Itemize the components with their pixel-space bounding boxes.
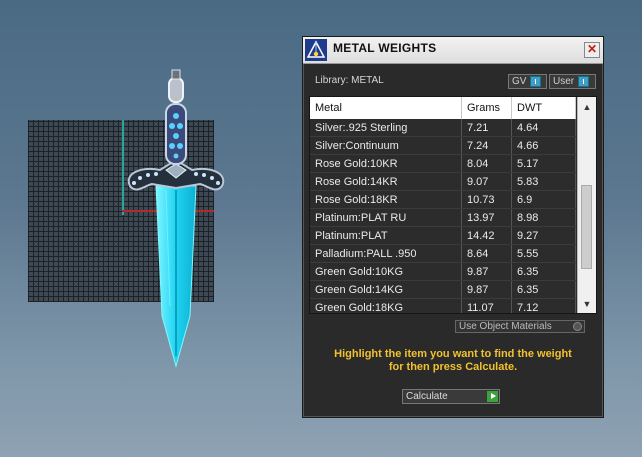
cell-grams: 13.97 — [462, 209, 512, 226]
cell-metal: Palladium:PALL .950 — [310, 245, 462, 262]
cell-dwt: 5.55 — [512, 245, 576, 262]
table-row[interactable]: Green Gold:18KG 11.07 7.12 — [310, 299, 576, 313]
cell-metal: Green Gold:14KG — [310, 281, 462, 298]
dialog-title: METAL WEIGHTS — [333, 41, 437, 55]
sword-pommel — [168, 77, 184, 103]
cell-dwt: 6.35 — [512, 281, 576, 298]
cell-metal: Platinum:PLAT RU — [310, 209, 462, 226]
cell-metal: Silver:Continuum — [310, 137, 462, 154]
cell-dwt: 7.12 — [512, 299, 576, 313]
cell-grams: 7.21 — [462, 119, 512, 136]
table-row[interactable]: Rose Gold:14KR 9.07 5.83 — [310, 173, 576, 191]
user-toggle-label: User — [553, 76, 575, 87]
cell-metal: Platinum:PLAT — [310, 227, 462, 244]
cell-metal: Rose Gold:18KR — [310, 191, 462, 208]
user-toggle-switch-icon — [578, 76, 590, 87]
cell-grams: 8.04 — [462, 155, 512, 172]
gv-toggle-switch-icon — [530, 76, 542, 87]
cell-dwt: 8.98 — [512, 209, 576, 226]
use-object-materials-radio-icon[interactable] — [573, 322, 582, 331]
cell-dwt: 6.35 — [512, 263, 576, 280]
scroll-up-arrow-icon[interactable]: ▲ — [578, 100, 596, 114]
user-toggle[interactable]: User — [549, 74, 596, 89]
cell-grams: 14.42 — [462, 227, 512, 244]
close-button[interactable]: ✕ — [584, 42, 600, 58]
cell-grams: 9.87 — [462, 281, 512, 298]
table-row[interactable]: Silver:.925 Sterling 7.21 4.64 — [310, 119, 576, 137]
cell-grams: 10.73 — [462, 191, 512, 208]
cell-metal: Silver:.925 Sterling — [310, 119, 462, 136]
cell-dwt: 4.64 — [512, 119, 576, 136]
cell-metal: Green Gold:18KG — [310, 299, 462, 313]
dialog-titlebar[interactable]: METAL WEIGHTS ✕ — [303, 37, 603, 64]
column-header-grams[interactable]: Grams — [462, 97, 512, 119]
column-header-dwt[interactable]: DWT — [512, 97, 576, 119]
cell-grams: 9.07 — [462, 173, 512, 190]
instruction-text: Highlight the item you want to find the … — [313, 348, 593, 374]
library-label: Library: METAL — [315, 75, 384, 86]
table-row[interactable]: Green Gold:10KG 9.87 6.35 — [310, 263, 576, 281]
play-arrow-icon — [487, 391, 498, 402]
table-scrollbar[interactable]: ▲ ▼ — [577, 97, 596, 313]
cell-dwt: 9.27 — [512, 227, 576, 244]
column-header-metal[interactable]: Metal — [310, 97, 462, 119]
table-row[interactable]: Green Gold:14KG 9.87 6.35 — [310, 281, 576, 299]
scroll-down-arrow-icon[interactable]: ▼ — [578, 297, 596, 311]
cell-metal: Green Gold:10KG — [310, 263, 462, 280]
table-body: Silver:.925 Sterling 7.21 4.64 Silver:Conti… — [310, 119, 576, 313]
cell-dwt: 6.9 — [512, 191, 576, 208]
calculate-button[interactable]: Calculate — [402, 389, 500, 404]
cell-grams: 7.24 — [462, 137, 512, 154]
metal-weights-dialog: METAL WEIGHTS ✕ Library: METAL GV User M… — [302, 36, 604, 418]
cell-grams: 9.87 — [462, 263, 512, 280]
use-object-materials-label: Use Object Materials — [459, 321, 552, 332]
table-row[interactable]: Silver:Continuum 7.24 4.66 — [310, 137, 576, 155]
gv-toggle-label: GV — [512, 76, 527, 87]
calculate-button-label: Calculate — [406, 391, 448, 402]
cell-dwt: 5.83 — [512, 173, 576, 190]
table-row[interactable]: Platinum:PLAT 14.42 9.27 — [310, 227, 576, 245]
sword-model[interactable] — [120, 66, 232, 372]
instruction-line-2: for then press Calculate. — [388, 361, 518, 373]
table-row[interactable]: Palladium:PALL .950 8.64 5.55 — [310, 245, 576, 263]
metal-weights-icon — [305, 39, 327, 61]
instruction-line-1: Highlight the item you want to find the … — [334, 348, 572, 360]
metal-table[interactable]: Metal Grams DWT Silver:.925 Sterling 7.21… — [309, 96, 597, 314]
cell-grams: 8.64 — [462, 245, 512, 262]
cell-metal: Rose Gold:14KR — [310, 173, 462, 190]
use-object-materials-option[interactable]: Use Object Materials — [455, 320, 585, 333]
cell-dwt: 4.66 — [512, 137, 576, 154]
scroll-thumb[interactable] — [581, 185, 592, 269]
gv-toggle[interactable]: GV — [508, 74, 547, 89]
table-header: Metal Grams DWT — [310, 97, 576, 119]
table-row[interactable]: Rose Gold:18KR 10.73 6.9 — [310, 191, 576, 209]
cell-dwt: 5.17 — [512, 155, 576, 172]
cell-metal: Rose Gold:10KR — [310, 155, 462, 172]
table-row[interactable]: Rose Gold:10KR 8.04 5.17 — [310, 155, 576, 173]
table-row[interactable]: Platinum:PLAT RU 13.97 8.98 — [310, 209, 576, 227]
cell-grams: 11.07 — [462, 299, 512, 313]
